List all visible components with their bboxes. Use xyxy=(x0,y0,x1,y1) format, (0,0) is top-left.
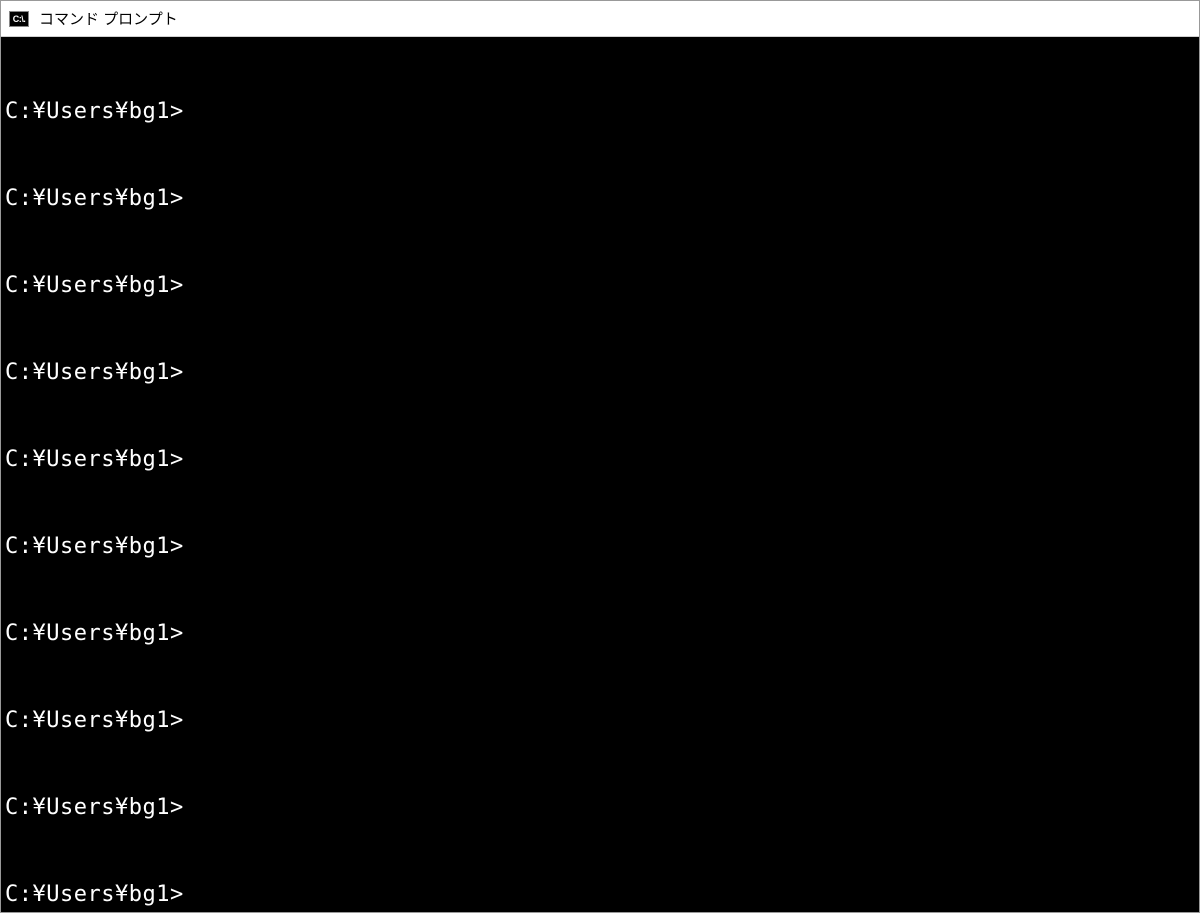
terminal-line: C:¥Users¥bg1> xyxy=(5,184,1195,213)
terminal-line: C:¥Users¥bg1> xyxy=(5,532,1195,561)
terminal-line: C:¥Users¥bg1> xyxy=(5,445,1195,474)
command-prompt-window: C:\. コマンド プロンプト C:¥Users¥bg1> C:¥Users¥b… xyxy=(0,0,1200,913)
terminal-line: C:¥Users¥bg1> xyxy=(5,358,1195,387)
app-icon: C:\. xyxy=(9,11,29,27)
terminal-line: C:¥Users¥bg1> xyxy=(5,97,1195,126)
terminal-line: C:¥Users¥bg1> xyxy=(5,880,1195,909)
window-title: コマンド プロンプト xyxy=(39,8,178,29)
terminal-line: C:¥Users¥bg1> xyxy=(5,706,1195,735)
terminal-line: C:¥Users¥bg1> xyxy=(5,793,1195,822)
terminal-output[interactable]: C:¥Users¥bg1> C:¥Users¥bg1> C:¥Users¥bg1… xyxy=(1,37,1199,912)
titlebar[interactable]: C:\. コマンド プロンプト xyxy=(1,1,1199,37)
terminal-line: C:¥Users¥bg1> xyxy=(5,271,1195,300)
terminal-line: C:¥Users¥bg1> xyxy=(5,619,1195,648)
